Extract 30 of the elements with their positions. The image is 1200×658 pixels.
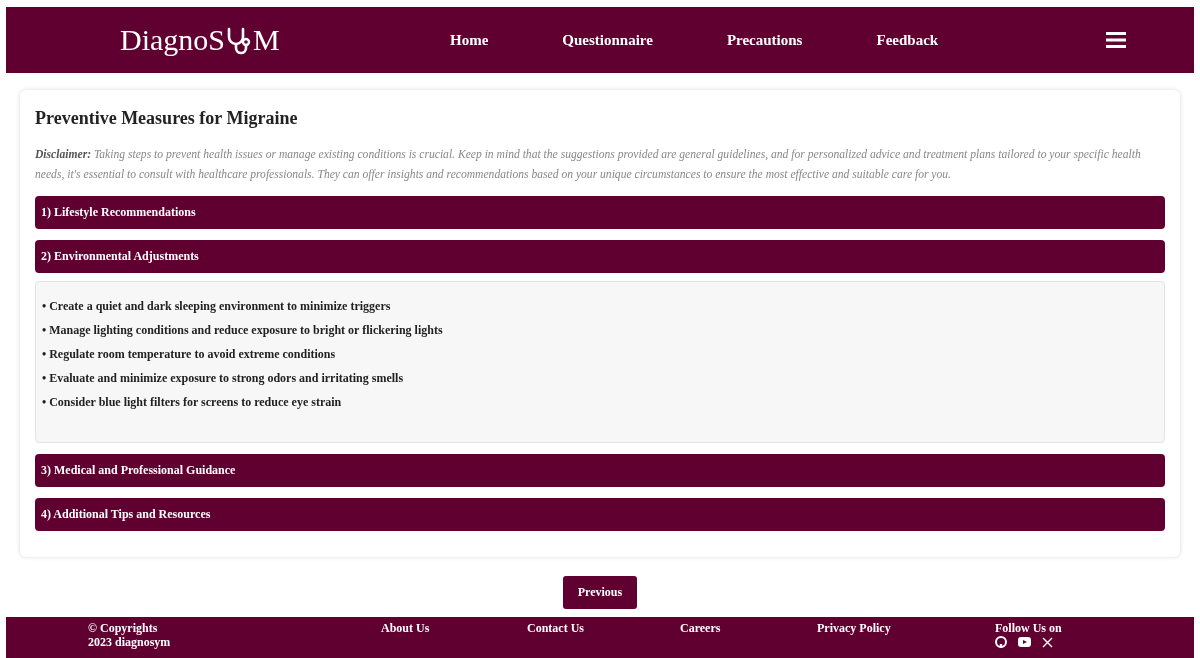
nav-link[interactable]: Questionnaire	[562, 31, 653, 49]
nav-link[interactable]: Feedback	[876, 31, 939, 49]
logo-text: M	[253, 23, 280, 57]
list-item: • Consider blue light filters for screens to reduce eye strain	[42, 394, 343, 411]
accordion-header[interactable]: 2) Environmental Adjustments	[35, 240, 1165, 273]
list-item: • Regulate room temperature to avoid extreme conditions	[42, 346, 337, 363]
footer-link[interactable]: Contact Us	[527, 621, 680, 636]
nav-link[interactable]: Precautions	[726, 31, 803, 49]
accordion-header[interactable]: 4) Additional Tips and Resources	[35, 498, 1165, 531]
accordion-header[interactable]: 1) Lifestyle Recommendations	[35, 196, 1165, 229]
follow-label: Follow Us on	[995, 621, 1062, 635]
list-item: • Manage lighting conditions and reduce exposure to bright or flickering lights	[42, 322, 444, 339]
menu-icon[interactable]	[1106, 32, 1127, 48]
disclaimer-text: Disclaimer: Taking steps to prevent health issues or manage existing conditions is crucial. Keep in mind that the suggestions provided are general guidelines, and for personalized advice and treatment plans tailored to your specific health needs, it's essential to consult with healthcare professionals. They can offer insights and recommendations based on your unique circumstances to ensure the most effective and suitable care for you.	[35, 147, 1142, 183]
list-item: • Evaluate and minimize exposure to strong odors and irritating smells	[42, 370, 405, 387]
list-item: • Create a quiet and dark sleeping environment to minimize triggers	[42, 298, 392, 315]
nav-link[interactable]: Home	[450, 31, 489, 49]
youtube-icon[interactable]	[1018, 637, 1031, 647]
footer-link[interactable]: About Us	[381, 621, 527, 636]
copyright-text: © Copyrights	[88, 621, 159, 635]
logo-text: DiagnoS	[120, 23, 225, 57]
footer-link[interactable]: Privacy Policy	[817, 621, 995, 636]
copyright-text: 2023 diagnosym	[88, 635, 172, 649]
footer-link[interactable]: Careers	[680, 621, 817, 636]
accordion-header[interactable]: 3) Medical and Professional Guidance	[35, 454, 1165, 487]
stethoscope-icon	[226, 25, 252, 55]
page-title: Preventive Measures for Migraine	[35, 108, 299, 129]
previous-button[interactable]: Previous	[562, 576, 638, 609]
x-logo-icon[interactable]	[1042, 636, 1053, 648]
github-icon[interactable]	[995, 636, 1007, 648]
